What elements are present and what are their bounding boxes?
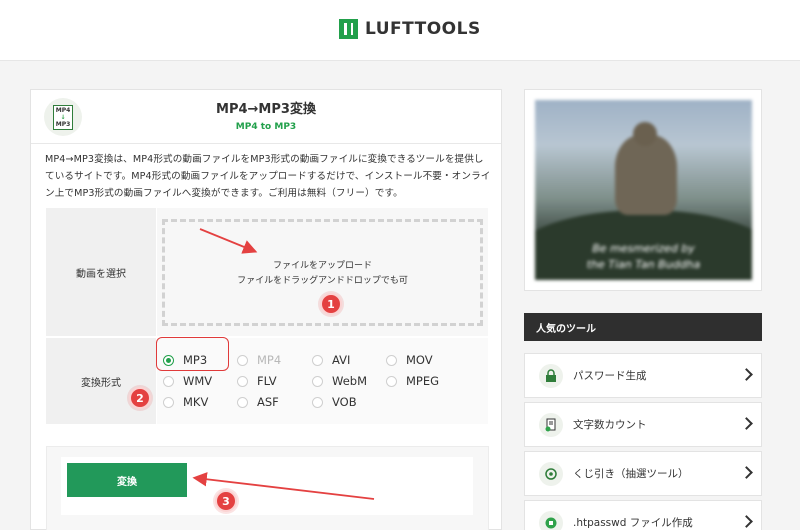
upload-row: ファイルをアップロード ファイルをドラッグアンドドロップでも可 [157,208,488,336]
document-count-icon [539,413,563,437]
page-subtitle: MP4 to MP3 [235,122,297,132]
step-badge-2: 2 [129,387,151,409]
radio-icon[interactable] [386,354,397,366]
radio-icon[interactable] [312,354,323,366]
chevron-right-icon [740,515,753,528]
popular-item-lottery[interactable]: くじ引き（抽選ツール） [524,451,762,496]
site-logo[interactable]: LUFTTOOLS [339,19,481,39]
ad-image: Be mesmerized by the Tian Tan Buddha [535,100,752,280]
chevron-right-icon [740,368,753,381]
format-option-mkv[interactable]: MKV [163,395,208,409]
tool-header: MP4 ↓ MP3 MP4→MP3変換 MP4 to MP3 [31,90,501,144]
format-option-webm[interactable]: WebM [312,374,367,388]
logo-mark-icon [339,19,358,39]
radio-icon[interactable] [312,375,323,387]
radio-icon[interactable] [386,375,397,387]
step-badge-1: 1 [320,293,342,315]
mp3-highlight-box [156,337,229,371]
popular-item-htpasswd[interactable]: .htpasswd ファイル作成 [524,500,762,530]
format-option-vob[interactable]: VOB [312,395,357,409]
logo-text: LUFTTOOLS [365,19,481,39]
popular-item-password[interactable]: パスワード生成 [524,353,762,398]
convert-button[interactable]: 変換 [67,463,187,497]
ad-caption-line2: the Tian Tan Buddha [586,258,701,271]
step-badge-3: 3 [215,490,237,512]
radio-icon[interactable] [163,375,174,387]
drag-drop-hint: ファイルをドラッグアンドドロップでも可 [237,276,408,286]
radio-icon[interactable] [312,396,323,408]
lock-icon [539,364,563,388]
radio-icon[interactable] [237,375,248,387]
site-header: LUFTTOOLS [0,0,800,61]
chevron-right-icon [740,417,753,430]
tool-card: MP4 ↓ MP3 MP4→MP3変換 MP4 to MP3 MP4→MP3変換… [30,89,502,530]
popular-item-label: くじ引き（抽選ツール） [573,468,689,480]
format-option-mpeg[interactable]: MPEG [386,374,439,388]
format-option-asf[interactable]: ASF [237,395,279,409]
radio-icon[interactable] [237,354,248,366]
tool-description: MP4→MP3変換は、MP4形式の動画ファイルをMP3形式の動画ファイルに変換で… [45,154,491,199]
radio-icon[interactable] [163,396,174,408]
popular-tools-heading: 人気のツール [524,313,762,341]
format-option-wmv[interactable]: WMV [163,374,212,388]
popular-item-label: .htpasswd ファイル作成 [573,517,693,529]
popular-item-label: パスワード生成 [573,370,647,382]
page-title: MP4→MP3変換 [216,102,316,117]
convert-panel: 変換 [61,457,473,515]
format-option-mp4[interactable]: MP4 [237,353,281,367]
sidebar-ad[interactable]: Be mesmerized by the Tian Tan Buddha [524,89,762,291]
format-option-flv[interactable]: FLV [237,374,277,388]
upload-row-label: 動画を選択 [46,208,156,336]
upload-text: ファイルをアップロード [272,261,372,271]
chevron-right-icon [740,466,753,479]
convert-area: 変換 [46,446,489,530]
key-file-icon [539,511,563,530]
radio-icon[interactable] [237,396,248,408]
lottery-icon [539,462,563,486]
popular-item-label: 文字数カウント [573,419,647,431]
format-option-avi[interactable]: AVI [312,353,350,367]
popular-item-char-count[interactable]: 文字数カウント [524,402,762,447]
ad-caption-line1: Be mesmerized by [592,242,695,255]
format-option-mov[interactable]: MOV [386,353,433,367]
format-row-label: 変換形式 [46,338,156,424]
